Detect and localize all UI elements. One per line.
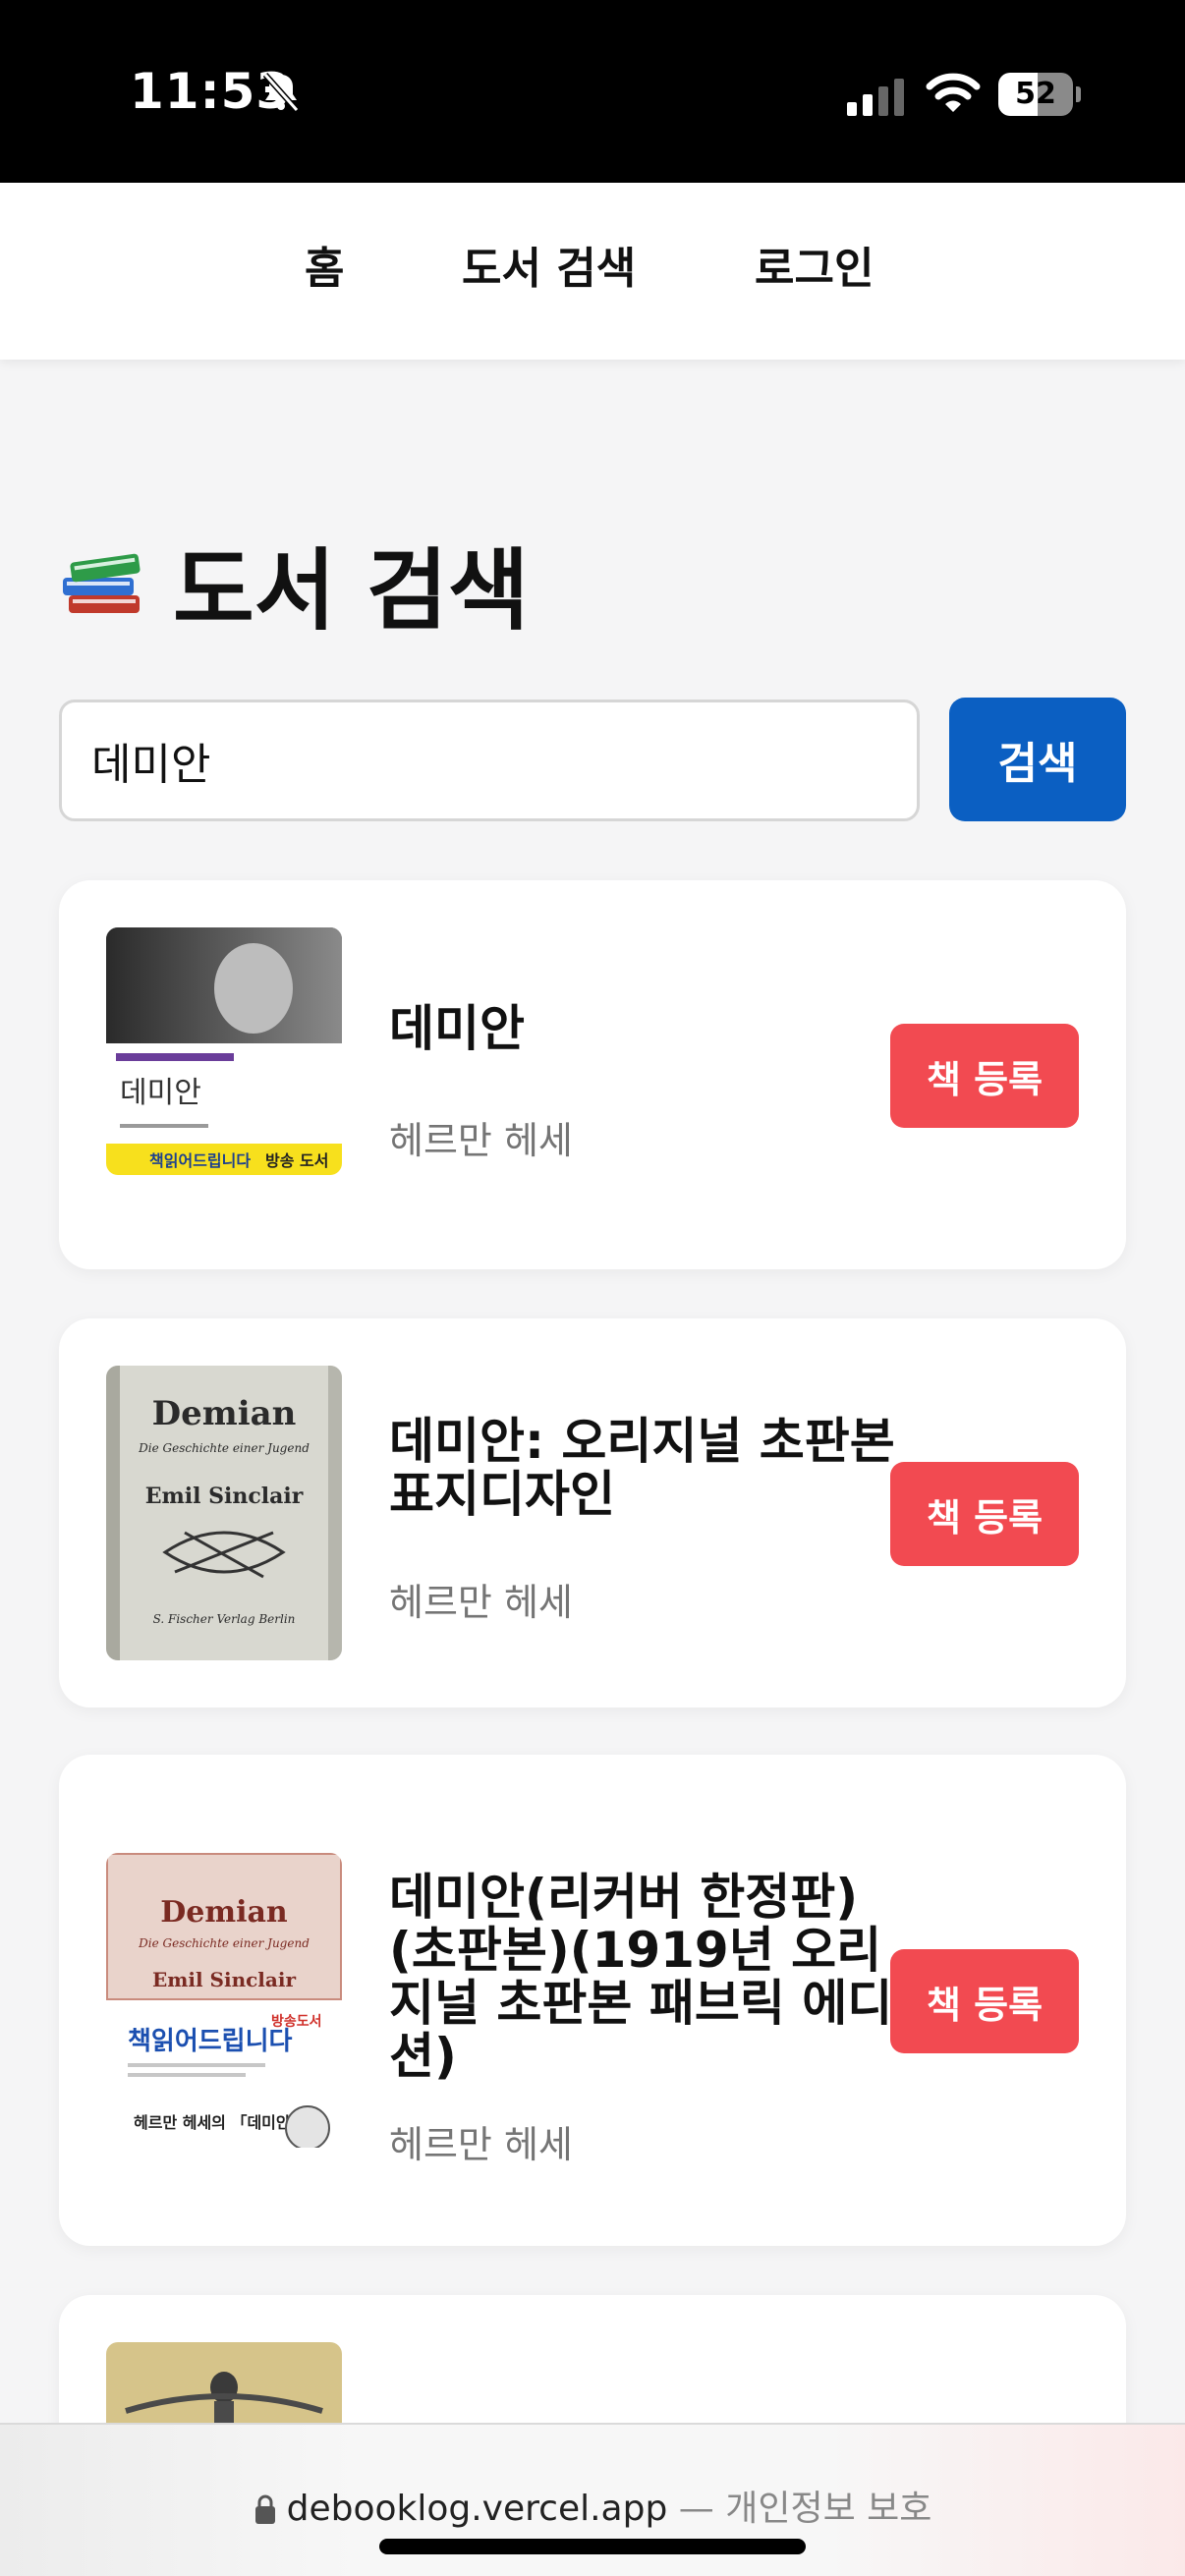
cover-author: Emil Sinclair xyxy=(145,1484,304,1509)
signal-icon xyxy=(847,79,904,116)
book-title[interactable]: 데미안 xyxy=(389,1002,900,1055)
register-book-button[interactable]: 책 등록 xyxy=(890,1024,1079,1128)
battery-icon: 52 xyxy=(998,73,1081,116)
cover-banner: 책읽어드립니다 xyxy=(149,1151,251,1170)
cover-subtitle: Die Geschichte einer Jugend xyxy=(138,1441,310,1455)
nav-home[interactable]: 홈 xyxy=(305,242,344,297)
cover-title: Demian xyxy=(152,1394,297,1433)
url-row: debooklog.vercel.app — 개인정보 보호 xyxy=(0,2480,1185,2531)
book-title[interactable]: 데미안(리커버 한정판)(초판본)(1919년 오리지널 초판본 패브릭 에디션… xyxy=(389,1871,900,2083)
book-author: 헤르만 헤세 xyxy=(389,1581,573,1624)
nav-book-search[interactable]: 도서 검색 xyxy=(462,242,636,297)
wifi-icon xyxy=(926,73,981,112)
book-card: 데미안 책읽어드립니다 방송 도서 데미안 헤르만 헤세 책 등록 xyxy=(59,880,1126,1269)
top-nav: 홈 도서 검색 로그인 xyxy=(0,183,1185,360)
cover-title: Demian xyxy=(160,1895,288,1930)
home-indicator[interactable] xyxy=(379,2539,806,2554)
book-cover: 데미안 책읽어드립니다 방송 도서 xyxy=(106,927,342,1175)
bell-slash-icon xyxy=(262,73,300,112)
book-cover: Demian Die Geschichte einer Jugend Emil … xyxy=(106,1366,342,1660)
cover-subtitle: Die Geschichte einer Jugend xyxy=(138,1936,310,1950)
cover-banner-tag: 방송 도서 xyxy=(265,1151,328,1170)
page-title-text: 도서 검색 xyxy=(173,539,530,643)
book-author: 헤르만 헤세 xyxy=(389,2123,573,2166)
register-book-button[interactable]: 책 등록 xyxy=(890,1949,1079,2053)
cover-author: Emil Sinclair xyxy=(152,1968,296,1991)
register-book-button[interactable]: 책 등록 xyxy=(890,1462,1079,1566)
book-cover: Demian Die Geschichte einer Jugend Emil … xyxy=(106,1853,342,2148)
status-bar: 11:53 52 xyxy=(0,0,1185,183)
cover-publisher: S. Fischer Verlag Berlin xyxy=(153,1612,296,1626)
books-icon xyxy=(63,553,141,613)
lock-icon xyxy=(254,2494,275,2524)
nav-login[interactable]: 로그인 xyxy=(755,242,874,297)
book-title[interactable]: 데미안: 오리지널 초판본 표지디자인 xyxy=(389,1415,900,1521)
book-card: Demian Die Geschichte einer Jugend Emil … xyxy=(59,1318,1126,1708)
battery-level: 52 xyxy=(1015,77,1056,111)
cover-banner-tag: 방송도서 xyxy=(271,2013,322,2030)
url-separator: — xyxy=(678,2489,714,2529)
cover-title: 데미안 xyxy=(120,1076,201,1110)
url-privacy-label: 개인정보 보호 xyxy=(725,2489,932,2529)
cover-footer: 헤르만 헤세의 「데미안」 xyxy=(134,2113,307,2132)
cover-banner: 책읽어드립니다 xyxy=(128,2027,293,2056)
search-input[interactable] xyxy=(59,700,920,821)
url-domain: debooklog.vercel.app xyxy=(286,2489,668,2529)
book-author: 헤르만 헤세 xyxy=(389,1119,573,1162)
page-title: 도서 검색 xyxy=(59,529,530,643)
book-card: Demian Die Geschichte einer Jugend Emil … xyxy=(59,1755,1126,2246)
search-button[interactable]: 검색 xyxy=(949,698,1126,821)
